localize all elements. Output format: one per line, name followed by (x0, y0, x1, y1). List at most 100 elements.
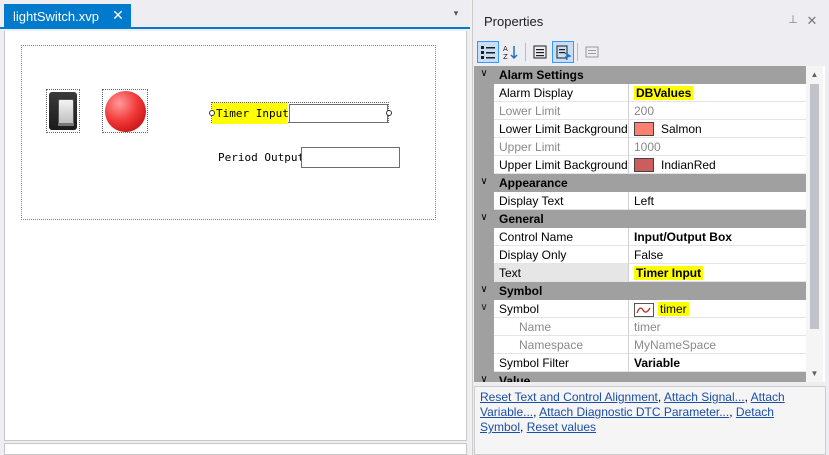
document-tab-strip: lightSwitch.xvp ✕ ▾ (0, 0, 470, 29)
scroll-thumb[interactable] (810, 84, 819, 329)
property-value[interactable]: False (629, 246, 808, 264)
row-gutter (474, 120, 494, 138)
scroll-down-icon[interactable]: ▼ (806, 365, 823, 382)
property-row-symbol-name[interactable]: Name timer (474, 318, 808, 336)
category-label: Appearance (499, 176, 568, 190)
property-row-upper-limit-background[interactable]: Upper Limit Background IndianRed (474, 156, 808, 174)
designer-pane: lightSwitch.xvp ✕ ▾ Timer Input Period O… (0, 0, 470, 455)
property-value[interactable]: Timer Input (629, 264, 808, 282)
properties-icon[interactable] (529, 41, 551, 63)
tab-overflow-icon[interactable]: ▾ (450, 8, 462, 20)
property-row-alarm-display[interactable]: Alarm Display DBValues (474, 84, 808, 102)
property-value[interactable]: DBValues (629, 84, 808, 102)
chevron-down-icon[interactable]: ∨ (478, 212, 490, 226)
category-value[interactable]: ∨ Value (474, 372, 808, 382)
switch-control[interactable] (46, 89, 80, 133)
chevron-down-icon[interactable]: ∨ (478, 302, 490, 316)
close-icon[interactable]: ✕ (806, 13, 818, 28)
property-row-symbol[interactable]: ∨ Symbol timer (474, 300, 808, 318)
attach-signal-link[interactable]: Attach Signal... (664, 390, 745, 404)
category-label: Symbol (499, 284, 543, 298)
property-row-namespace[interactable]: Namespace MyNameSpace (474, 336, 808, 354)
svg-text:A: A (503, 45, 508, 53)
category-symbol[interactable]: ∨ Symbol (474, 282, 808, 300)
properties-toolbar: AZ (475, 40, 825, 64)
property-name: Lower Limit Background (494, 120, 629, 138)
chevron-down-icon[interactable]: ∨ (478, 176, 490, 190)
category-alarm-settings[interactable]: ∨ Alarm Settings (474, 66, 808, 84)
document-tab[interactable]: lightSwitch.xvp ✕ (4, 4, 131, 29)
period-output-control[interactable]: Period Output (216, 147, 400, 168)
chevron-down-icon[interactable]: ∨ (478, 284, 490, 298)
property-pages-icon[interactable] (581, 41, 603, 63)
category-label: General (499, 212, 544, 226)
attach-dtc-parameter-link[interactable]: Attach Diagnostic DTC Parameter... (539, 405, 729, 419)
property-value[interactable]: timer (629, 318, 808, 336)
property-row-text[interactable]: Text Timer Input (474, 264, 808, 282)
property-name: Display Text (494, 192, 629, 210)
events-icon[interactable] (552, 41, 574, 63)
property-row-symbol-filter[interactable]: Symbol Filter Variable (474, 354, 808, 372)
category-label: Value (499, 374, 531, 382)
property-value[interactable]: MyNameSpace (629, 336, 808, 354)
property-row-display-only[interactable]: Display Only False (474, 246, 808, 264)
switch-rocker (58, 99, 74, 125)
property-row-lower-limit[interactable]: Lower Limit 200 (474, 102, 808, 120)
row-gutter (474, 192, 494, 210)
property-value[interactable]: 200 (629, 102, 808, 120)
salmon-swatch-icon (634, 122, 654, 136)
property-grid-scrollbar[interactable]: ▲ ▼ (806, 66, 823, 382)
property-row-lower-limit-background[interactable]: Lower Limit Background Salmon (474, 120, 808, 138)
chevron-down-icon[interactable]: ∨ (478, 374, 490, 382)
property-row-control-name[interactable]: Control Name Input/Output Box (474, 228, 808, 246)
timer-input-box[interactable] (289, 104, 388, 123)
categorized-icon[interactable] (477, 41, 499, 63)
property-name: Control Name (494, 228, 629, 246)
bottom-panel-strip (4, 443, 467, 455)
property-grid: ∨ Alarm Settings Alarm Display DBValues … (474, 66, 825, 382)
timer-input-control[interactable]: Timer Input (209, 102, 392, 124)
property-commands-panel: Reset Text and Control Alignment, Attach… (474, 386, 826, 455)
row-gutter (474, 84, 494, 102)
property-value[interactable]: timer (629, 300, 808, 318)
property-name: Upper Limit (494, 138, 629, 156)
property-value[interactable]: Input/Output Box (629, 228, 808, 246)
property-value[interactable]: Left (629, 192, 808, 210)
reset-text-alignment-link[interactable]: Reset Text and Control Alignment (480, 390, 658, 404)
property-value[interactable]: IndianRed (629, 156, 808, 174)
period-output-box[interactable] (301, 147, 400, 168)
color-name: IndianRed (661, 158, 716, 172)
category-appearance[interactable]: ∨ Appearance (474, 174, 808, 192)
row-gutter (474, 102, 494, 120)
symbol-value: timer (658, 302, 689, 316)
scroll-up-icon[interactable]: ▲ (806, 66, 823, 83)
property-name: Display Only (494, 246, 629, 264)
alphabetical-icon[interactable]: AZ (500, 41, 522, 63)
property-value[interactable]: 1000 (629, 138, 808, 156)
pin-icon[interactable]: ⊥ (787, 13, 799, 27)
row-gutter (474, 264, 494, 282)
property-name: Name (494, 318, 629, 336)
resize-handle-left[interactable] (209, 110, 215, 116)
indianred-swatch-icon (634, 158, 654, 172)
color-name: Salmon (661, 122, 702, 136)
switch-icon (49, 92, 77, 130)
chevron-down-icon[interactable]: ∨ (478, 68, 490, 82)
symbol-type-icon (634, 303, 654, 317)
panel-boundary[interactable] (21, 45, 436, 220)
property-value[interactable]: Variable (629, 354, 808, 372)
alarm-display-value: DBValues (634, 86, 694, 100)
property-row-upper-limit[interactable]: Upper Limit 1000 (474, 138, 808, 156)
property-row-display-text[interactable]: Display Text Left (474, 192, 808, 210)
reset-values-link[interactable]: Reset values (527, 420, 596, 434)
property-name: Lower Limit (494, 102, 629, 120)
close-tab-icon[interactable]: ✕ (111, 8, 125, 22)
category-general[interactable]: ∨ General (474, 210, 808, 228)
property-name: Upper Limit Background (494, 156, 629, 174)
row-gutter (474, 336, 494, 354)
property-name: Text (494, 264, 629, 282)
resize-handle-right[interactable] (386, 110, 392, 116)
toolbar-separator (525, 43, 526, 61)
property-value[interactable]: Salmon (629, 120, 808, 138)
lamp-control[interactable] (102, 89, 148, 133)
